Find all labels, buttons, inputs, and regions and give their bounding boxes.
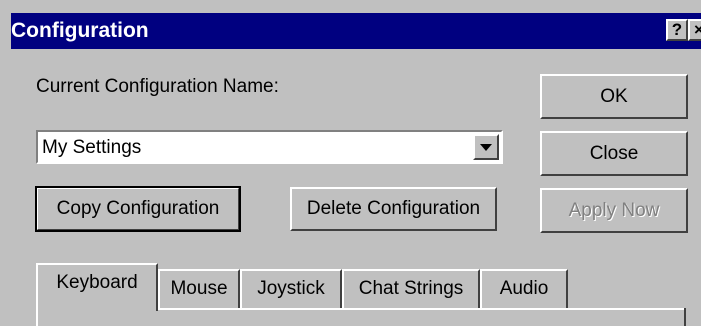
apply-now-button[interactable]: Apply Now [540,188,688,233]
ok-button[interactable]: OK [540,74,688,119]
tab-keyboard[interactable]: Keyboard [36,263,158,311]
delete-configuration-button[interactable]: Delete Configuration [290,187,497,231]
window-title: Configuration [11,19,149,42]
tab-audio[interactable]: Audio [480,269,568,309]
configuration-name-label: Current Configuration Name: [36,76,279,97]
tab-chat-strings[interactable]: Chat Strings [342,269,480,309]
tab-mouse[interactable]: Mouse [158,269,240,309]
configuration-dialog: Configuration ? × Current Configuration … [0,0,701,326]
help-button[interactable]: ? [666,19,688,41]
title-bar[interactable]: Configuration ? × [11,13,701,49]
tab-panel-right-border [684,308,686,326]
dropdown-arrow-icon[interactable] [473,134,499,160]
close-button[interactable]: Close [540,131,688,176]
configuration-name-value: My Settings [42,137,142,158]
configuration-name-combobox[interactable]: My Settings [36,130,503,164]
tab-joystick[interactable]: Joystick [240,269,342,309]
copy-configuration-button[interactable]: Copy Configuration [35,186,241,232]
close-window-button[interactable]: × [688,19,701,41]
